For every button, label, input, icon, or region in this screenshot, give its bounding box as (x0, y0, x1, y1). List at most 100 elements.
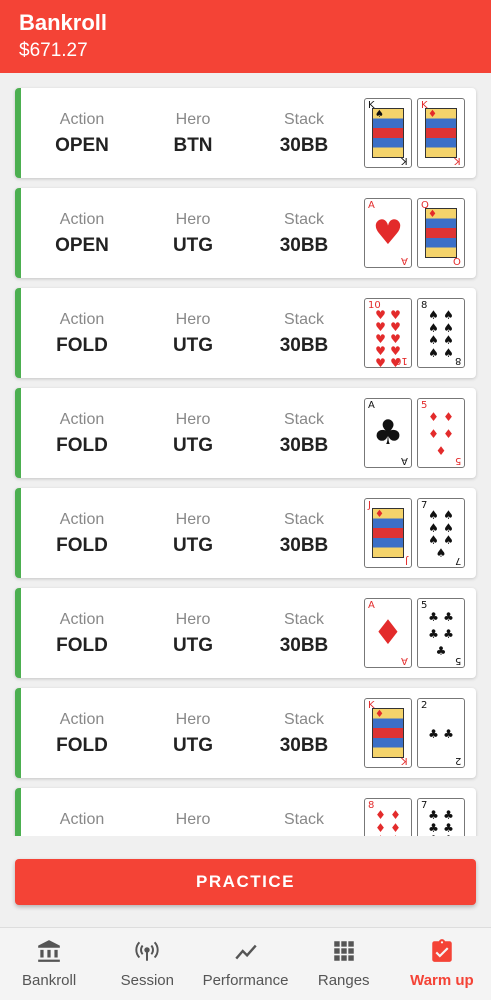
face-card-art: ♦ (372, 708, 404, 758)
stack-column: Stack 30BB (259, 110, 349, 159)
nav-performance[interactable]: Performance (196, 928, 294, 1000)
action-label: Action (59, 511, 105, 528)
practice-button[interactable]: PRACTICE (15, 859, 476, 905)
nav-label: Ranges (317, 972, 370, 989)
card-suit-icon: ♠ (443, 333, 454, 348)
hero-column: Hero UTG (148, 410, 238, 459)
hand-list[interactable]: Action OPEN Hero BTN Stack 30BB K K ♠ K K ♦ Action OP… (0, 73, 491, 836)
card-suit-icon: ♥ (390, 356, 401, 368)
stack-column: Stack 30BB (259, 210, 349, 259)
card-suit-icon: ♠ (428, 333, 439, 348)
stack-label: Stack (283, 511, 324, 528)
action-value: FOLD (56, 635, 108, 656)
card-pips: ♦♦♦♦♦♦♦♦ (373, 809, 403, 836)
card-suit-icon: ♣ (443, 727, 454, 741)
card-suit-icon: ♦ (375, 709, 384, 720)
stack-value: 30BB (279, 235, 329, 256)
stack-value: 30BB (279, 635, 329, 656)
face-card-art: ♦ (425, 208, 457, 258)
grid-icon (295, 938, 393, 970)
card-suit-icon: ♦ (428, 426, 439, 441)
hero-column: Hero (148, 810, 238, 833)
card-pips: ♣ ♣ (426, 709, 456, 759)
card-suit-icon: ♦ (428, 109, 437, 120)
card-suit-icon: ♣ (428, 626, 439, 641)
app-header: Bankroll $671.27 (0, 0, 491, 73)
card-suit-icon: ♣ (435, 643, 447, 658)
stack-label: Stack (283, 711, 324, 728)
card-suit-icon: ♣ (428, 727, 439, 741)
hand-row[interactable]: Action FOLD Hero UTG Stack 30BB A A ♦ 5 5 ♣ ♣ ♣ ♣ ♣ (15, 588, 476, 678)
nav-label: Performance (202, 972, 289, 989)
stack-value: 30BB (279, 435, 329, 456)
action-column: Action FOLD (37, 310, 127, 359)
hero-value: UTG (172, 435, 214, 456)
hand-row[interactable]: Action OPEN Hero UTG Stack 30BB A A ♥ Q Q ♦ (15, 188, 476, 278)
hand-row[interactable]: Action Hero Stack 88♦♦♦♦♦♦♦♦77♣♣♣♣♣♣♣ (15, 788, 476, 836)
card-suit-icon: ♠ (443, 308, 454, 323)
action-value: FOLD (56, 735, 108, 756)
stack-value: 30BB (279, 735, 329, 756)
action-column: Action FOLD (37, 410, 127, 459)
card-pips: ♥ ♥ ♥ ♥ ♥ ♥ ♥ ♥ ♥ ♥ (373, 309, 403, 367)
playing-card: 5 5 ♦ ♦ ♦ ♦ ♦ (417, 398, 465, 468)
nav-warm-up[interactable]: Warm up (393, 928, 491, 1000)
broadcast-icon (98, 938, 196, 970)
nav-ranges[interactable]: Ranges (295, 928, 393, 1000)
hand-row[interactable]: Action FOLD Hero UTG Stack 30BB J J ♦ 7 7 ♠ ♠ ♠ ♠ ♠ ♠ ♠ (15, 488, 476, 578)
card-suit-icon: ♣ (443, 820, 454, 835)
card-suit-icon: ♦ (375, 820, 386, 835)
hero-column: Hero UTG (148, 210, 238, 259)
action-label: Action (59, 311, 105, 328)
playing-card: K K ♠ (364, 98, 412, 168)
action-value: FOLD (56, 335, 108, 356)
card-suit-icon: ♠ (443, 508, 454, 523)
nav-label: Bankroll (22, 972, 77, 989)
action-label: Action (59, 211, 105, 228)
nav-bankroll[interactable]: Bankroll (0, 928, 98, 1000)
playing-card: 8 8 ♠ ♠ ♠ ♠ ♠ ♠ ♠ ♠ (417, 298, 465, 368)
card-suit-icon: ♣ (428, 834, 440, 836)
action-value: OPEN (55, 235, 109, 256)
card-suit-icon: ♦ (443, 410, 454, 425)
hand-row[interactable]: Action FOLD Hero UTG Stack 30BB K K ♦ 2 2 ♣ ♣ (15, 688, 476, 778)
hand-row[interactable]: Action FOLD Hero UTG Stack 30BB 10 10 ♥ ♥ ♥ ♥ ♥ ♥ ♥ ♥ ♥ ♥… (15, 288, 476, 378)
playing-card: Q Q ♦ (417, 198, 465, 268)
card-pips: ♣♣♣♣♣♣♣ (426, 809, 456, 836)
card-pips: ♦ ♦ ♦ ♦ ♦ (426, 409, 456, 459)
card-suit-icon: ♦ (428, 410, 439, 425)
trend-icon (196, 938, 294, 970)
hero-column: Hero UTG (148, 610, 238, 659)
action-column: Action OPEN (37, 110, 127, 159)
stack-label: Stack (283, 811, 324, 828)
hero-label: Hero (175, 311, 211, 328)
hero-column: Hero UTG (148, 710, 238, 759)
action-label: Action (59, 611, 105, 628)
playing-card: 5 5 ♣ ♣ ♣ ♣ ♣ (417, 598, 465, 668)
hero-label: Hero (175, 411, 211, 428)
action-label: Action (59, 811, 105, 828)
clipboard-check-icon (393, 938, 491, 970)
hand-row[interactable]: Action OPEN Hero BTN Stack 30BB K K ♠ K K ♦ (15, 88, 476, 178)
card-suit-icon: ♣ (428, 808, 439, 823)
card-suit-icon: ♠ (443, 533, 454, 548)
hero-column: Hero UTG (148, 310, 238, 359)
nav-label: Session (120, 972, 174, 989)
card-suit-icon: ♦ (428, 209, 437, 220)
stack-value: 30BB (279, 335, 329, 356)
hero-value: UTG (172, 635, 214, 656)
bankroll-amount: $671.27 (19, 40, 88, 61)
action-label: Action (59, 711, 105, 728)
playing-card: K K ♦ (364, 698, 412, 768)
stack-column: Stack 30BB (259, 510, 349, 559)
hand-row[interactable]: Action FOLD Hero UTG Stack 30BB A A ♣ 5 5 ♦ ♦ ♦ ♦ ♦ (15, 388, 476, 478)
card-suit-icon: ♦ (390, 808, 401, 823)
action-column: Action OPEN (37, 210, 127, 259)
stack-label: Stack (283, 611, 324, 628)
nav-session[interactable]: Session (98, 928, 196, 1000)
playing-card: 77♣♣♣♣♣♣♣ (417, 798, 465, 836)
hero-label: Hero (175, 611, 211, 628)
card-suit-icon: ♣ (443, 834, 455, 836)
card-rank-bottom: J (405, 555, 408, 566)
card-rank-bottom: A (401, 455, 408, 466)
